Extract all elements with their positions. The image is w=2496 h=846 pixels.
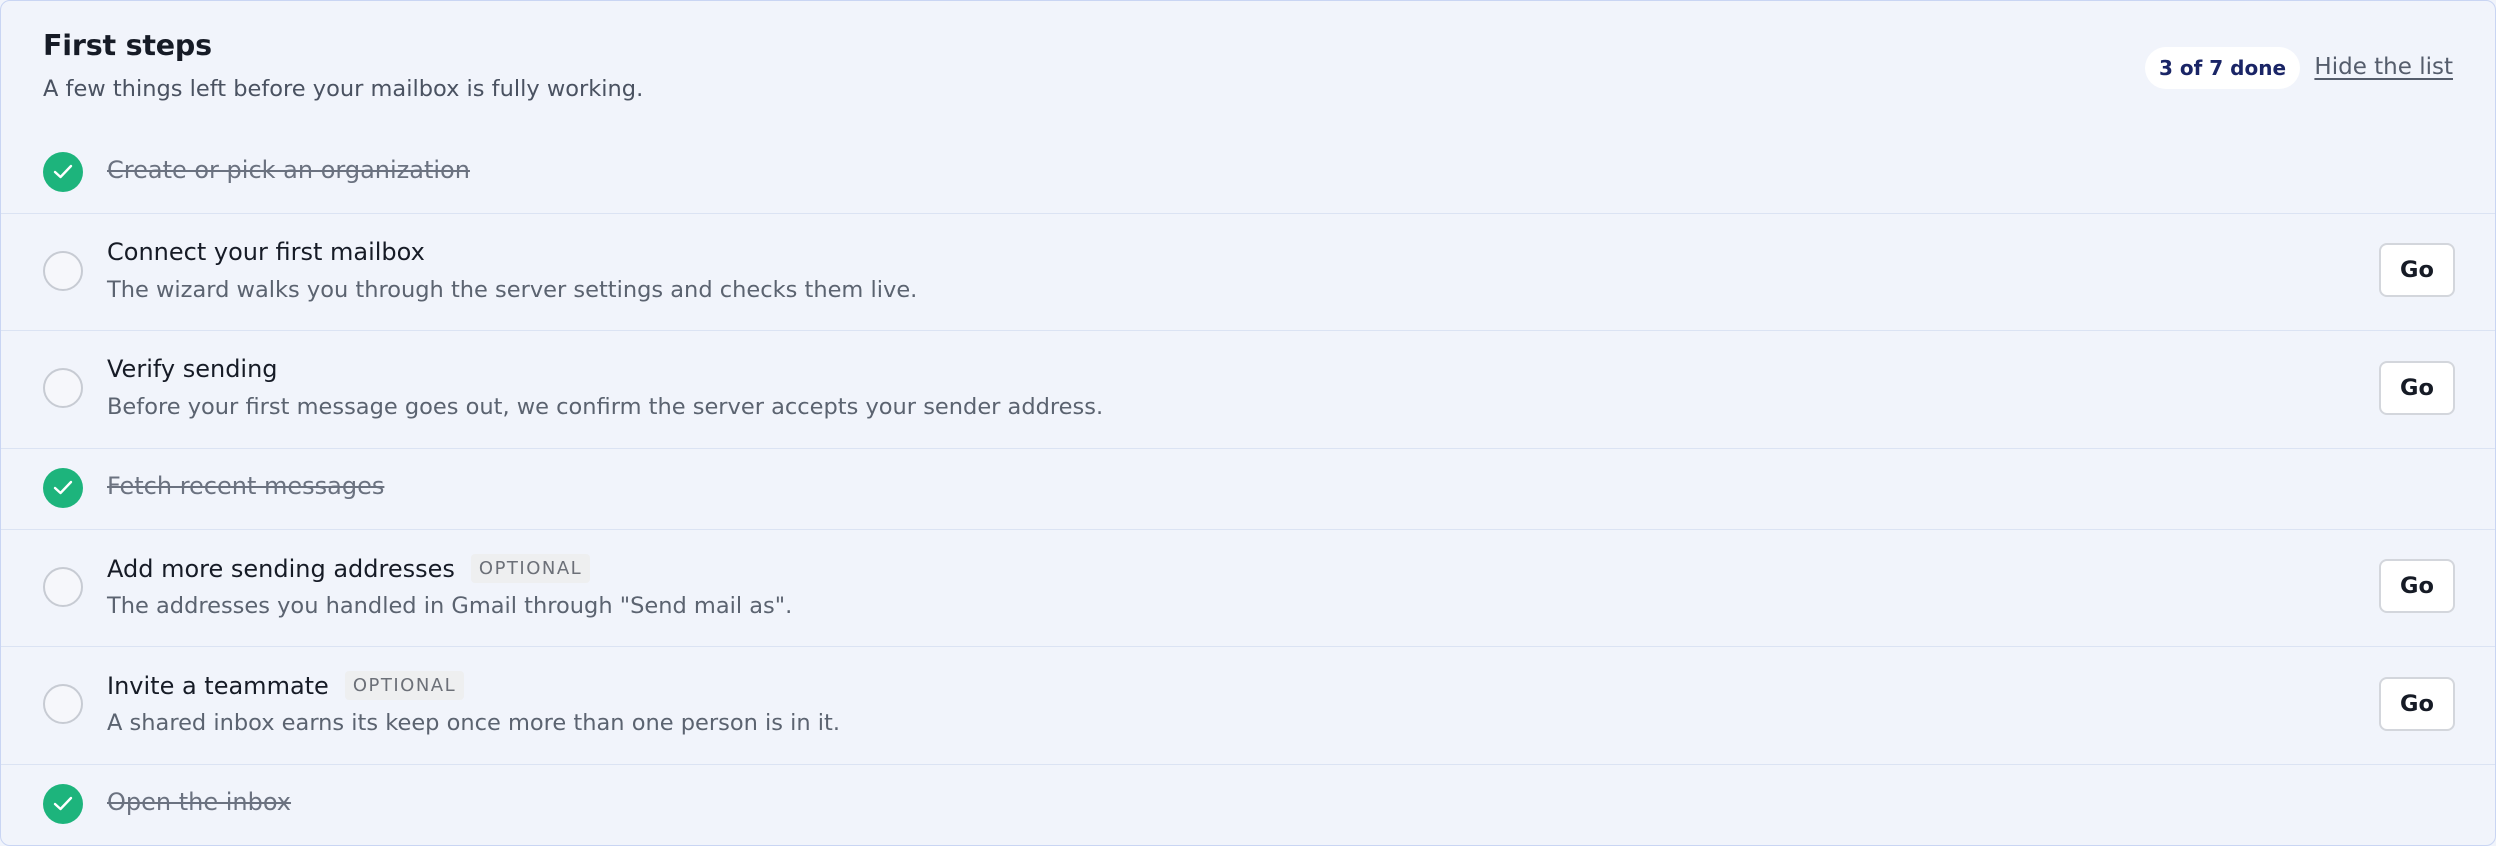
step-title: Add more sending addresses OPTIONAL — [107, 554, 591, 583]
hide-list-link[interactable]: Hide the list — [2314, 54, 2453, 80]
empty-circle-icon[interactable] — [43, 567, 83, 607]
panel-header: First steps A few things left before you… — [1, 1, 2495, 126]
step-row-connect-mailbox: Connect your first mailbox The wizard wa… — [1, 213, 2495, 331]
optional-badge: OPTIONAL — [344, 671, 465, 700]
empty-circle-icon[interactable] — [43, 251, 83, 291]
panel-title: First steps — [43, 29, 212, 62]
go-button[interactable]: Go — [2379, 243, 2455, 297]
empty-circle-icon[interactable] — [43, 684, 83, 724]
step-row-invite-teammate: Invite a teammate OPTIONAL A shared inbox… — [1, 646, 2495, 765]
go-button[interactable]: Go — [2379, 559, 2455, 613]
step-title-text: Invite a teammate — [107, 672, 329, 700]
step-title: Connect your first mailbox — [107, 238, 425, 266]
step-title: Open the inbox — [107, 788, 292, 816]
first-steps-panel: First steps A few things left before you… — [0, 0, 2496, 846]
empty-circle-icon[interactable] — [43, 368, 83, 408]
step-description: The wizard walks you through the server … — [107, 277, 918, 303]
check-icon[interactable] — [43, 784, 83, 824]
check-icon[interactable] — [43, 468, 83, 508]
step-row-create-organization: Create or pick an organization — [1, 126, 2495, 214]
step-title: Create or pick an organization — [107, 156, 470, 184]
step-row-fetch-messages: Fetch recent messages — [1, 448, 2495, 530]
step-row-open-inbox: Open the inbox — [1, 764, 2495, 845]
step-title: Fetch recent messages — [107, 472, 385, 500]
go-button[interactable]: Go — [2379, 677, 2455, 731]
step-title: Invite a teammate OPTIONAL — [107, 671, 465, 700]
step-description: The addresses you handled in Gmail throu… — [107, 593, 793, 619]
step-row-add-addresses: Add more sending addresses OPTIONAL The a… — [1, 529, 2495, 647]
step-description: A shared inbox earns its keep once more … — [107, 710, 841, 736]
step-title: Verify sending — [107, 355, 278, 383]
optional-badge: OPTIONAL — [470, 554, 591, 583]
step-row-verify-sending: Verify sending Before your first message… — [1, 330, 2495, 449]
step-title-text: Add more sending addresses — [107, 555, 455, 583]
go-button[interactable]: Go — [2379, 361, 2455, 415]
panel-subtitle: A few things left before your mailbox is… — [43, 76, 644, 102]
check-icon[interactable] — [43, 152, 83, 192]
step-description: Before your first message goes out, we c… — [107, 394, 1104, 420]
progress-badge: 3 of 7 done — [2145, 47, 2300, 89]
